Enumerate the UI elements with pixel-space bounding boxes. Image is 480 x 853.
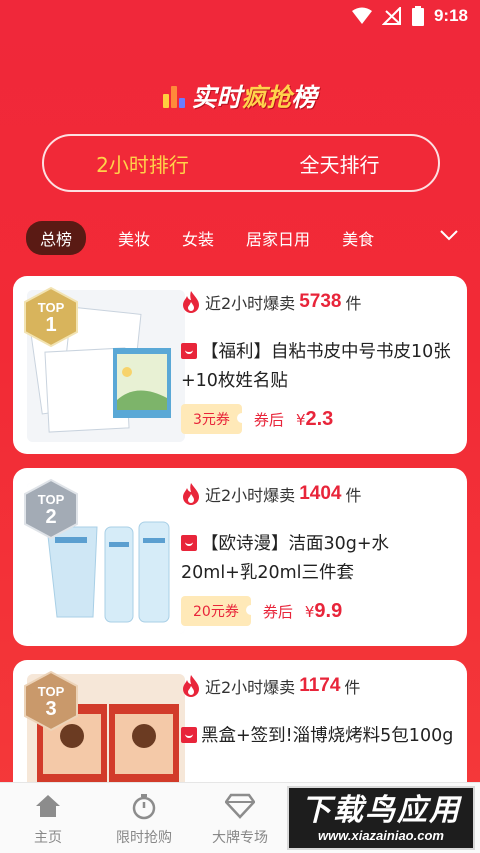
- shop-bag-icon: [181, 727, 197, 743]
- rank-badge: TOP 1: [23, 286, 79, 348]
- coupon-badge[interactable]: 20元券: [181, 596, 256, 626]
- category-tab-food[interactable]: 美食: [342, 226, 374, 250]
- category-tabs: 总榜 美妆 女装 居家日用 美食: [0, 218, 480, 258]
- watermark-logo: 下载鸟应用 www.xiazainiao.com: [287, 786, 475, 850]
- status-bar: 9:18: [0, 0, 480, 32]
- time-range-toggle: 2小时排行 全天排行: [42, 134, 440, 192]
- rank-badge: TOP 2: [23, 478, 79, 540]
- category-tab-beauty[interactable]: 美妆: [118, 226, 150, 250]
- flame-icon: [183, 675, 199, 697]
- page-title-text: 实时疯抢榜: [191, 83, 317, 112]
- status-time: 9:18: [433, 6, 468, 25]
- page-title: 实时疯抢榜: [0, 78, 480, 114]
- shop-bag-icon: [181, 535, 197, 551]
- final-price: ¥2.3: [295, 407, 334, 430]
- price-row: 3元券 券后 ¥2.3: [181, 404, 333, 434]
- rank-badge: TOP 3: [23, 670, 79, 732]
- bar-chart-icon: [163, 84, 186, 108]
- product-card[interactable]: TOP 2 近2小时爆卖 1404 件 【欧诗漫】洁面30g+水20ml+乳20…: [13, 468, 467, 646]
- product-card[interactable]: TOP 1 近2小时爆卖 5738 件 【福利】自粘书皮中号书皮10张+10枚姓…: [13, 276, 467, 454]
- nav-home[interactable]: 主页: [0, 783, 96, 853]
- sales-info: 近2小时爆卖 5738 件: [181, 290, 361, 314]
- stopwatch-icon: [129, 791, 159, 821]
- coupon-badge[interactable]: 3元券: [181, 404, 247, 434]
- sales-info: 近2小时爆卖 1404 件: [181, 482, 361, 506]
- flame-icon: [183, 483, 199, 505]
- category-tab-overall[interactable]: 总榜: [26, 221, 87, 255]
- tab-2-hour-ranking[interactable]: 2小时排行: [44, 136, 241, 190]
- final-price: ¥9.9: [304, 599, 343, 622]
- diamond-icon: [225, 791, 255, 821]
- battery-icon: [411, 6, 424, 26]
- wifi-icon: [351, 7, 372, 24]
- price-row: 20元券 券后 ¥9.9: [181, 596, 342, 626]
- nav-brand-special[interactable]: 大牌专场: [192, 783, 288, 853]
- product-title[interactable]: 【福利】自粘书皮中号书皮10张+10枚姓名贴: [181, 338, 457, 396]
- flame-icon: [183, 291, 199, 313]
- shop-bag-icon: [181, 343, 197, 359]
- product-title[interactable]: 【欧诗漫】洁面30g+水20ml+乳20ml三件套: [181, 530, 457, 588]
- no-signal-icon: [381, 7, 401, 25]
- chevron-down-icon[interactable]: [438, 224, 460, 246]
- home-icon: [33, 791, 63, 821]
- tab-all-day-ranking[interactable]: 全天排行: [241, 136, 438, 190]
- category-tab-womens-wear[interactable]: 女装: [182, 226, 214, 250]
- category-tab-home[interactable]: 居家日用: [246, 226, 310, 250]
- product-title[interactable]: 黑盒+签到!淄博烧烤料5包100g: [181, 722, 457, 751]
- app-root: 9:18 实时疯抢榜 2小时排行 全天排行 总榜 美妆 女装 居家日用 美食 T…: [0, 0, 480, 853]
- sales-info: 近2小时爆卖 1174 件: [181, 674, 360, 698]
- nav-flash-sale[interactable]: 限时抢购: [96, 783, 192, 853]
